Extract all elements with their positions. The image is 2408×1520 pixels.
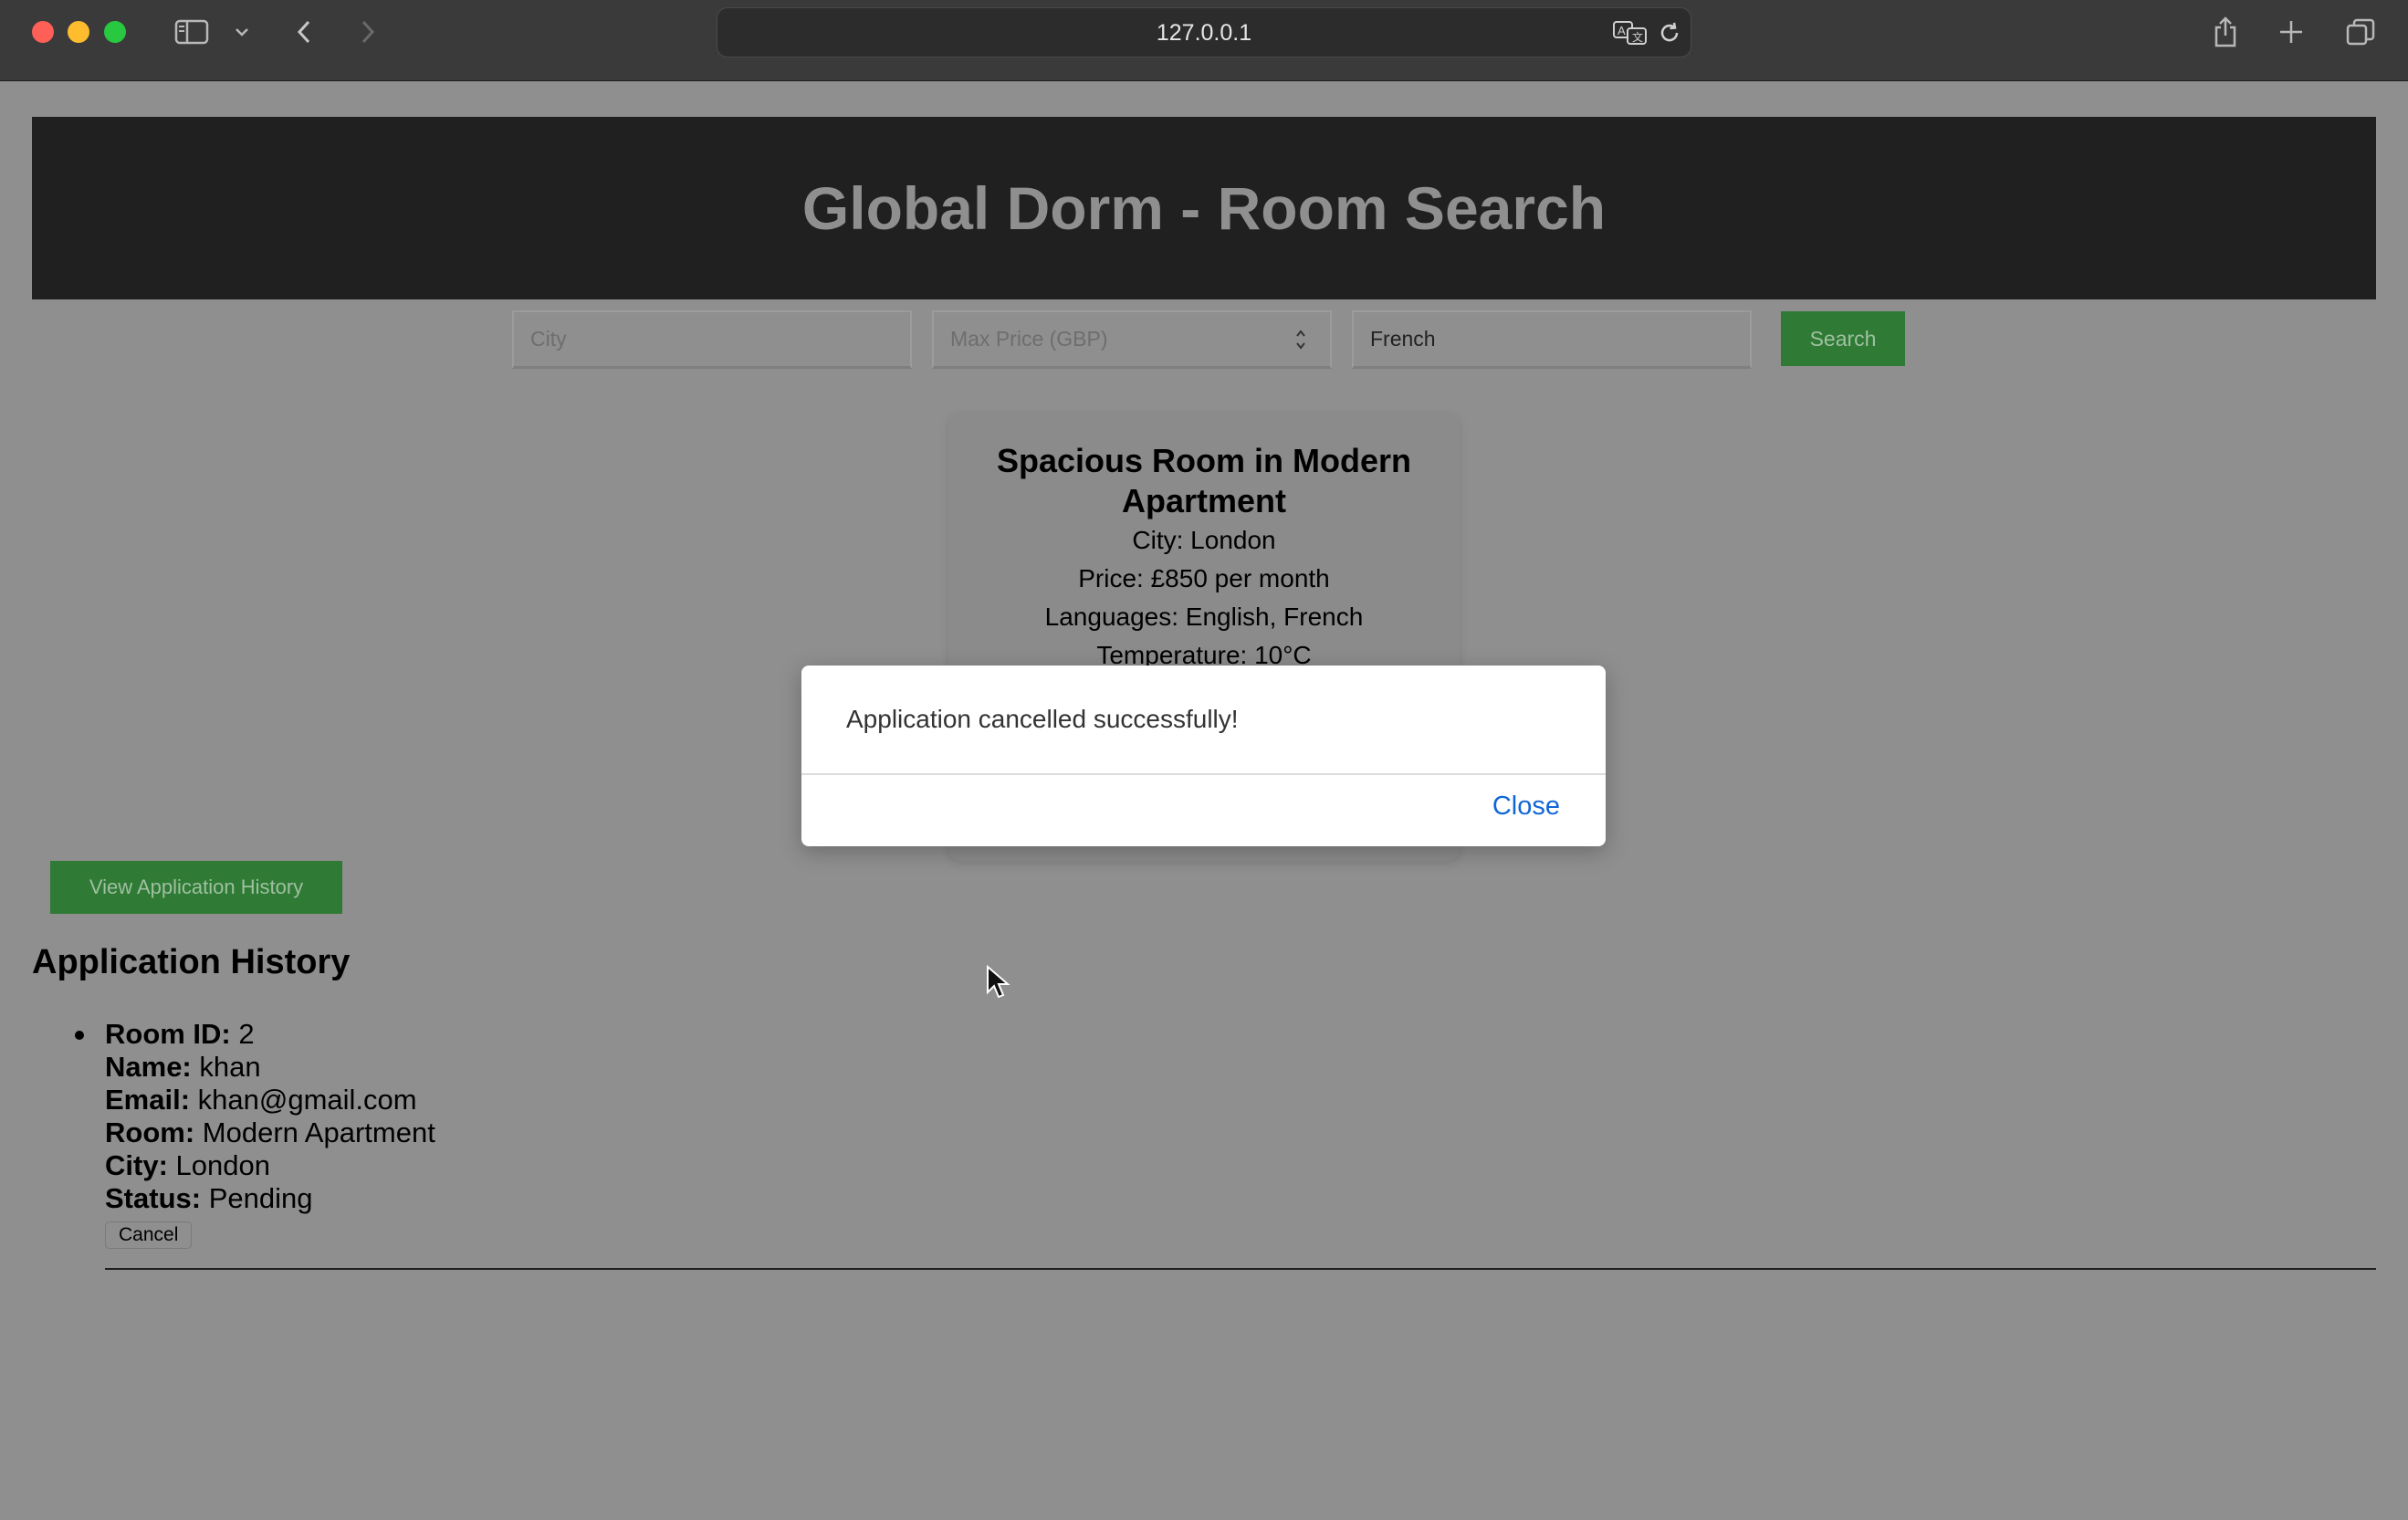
- email-value: khan@gmail.com: [197, 1084, 417, 1116]
- room-label: Room:: [105, 1116, 195, 1148]
- new-tab-icon[interactable]: [2275, 13, 2308, 51]
- close-window-button[interactable]: [32, 21, 54, 43]
- search-button[interactable]: Search: [1781, 311, 1905, 366]
- page-title: Global Dorm - Room Search: [801, 174, 1607, 242]
- name-label: Name:: [105, 1051, 192, 1083]
- alert-message: Application cancelled successfully!: [846, 705, 1239, 733]
- room-price: Price: £850 per month: [1078, 564, 1330, 592]
- dialog-divider: [801, 773, 1606, 775]
- svg-text:A: A: [1618, 24, 1626, 37]
- divider: [105, 1268, 2376, 1270]
- max-price-input[interactable]: [932, 310, 1332, 369]
- city-input[interactable]: [512, 310, 912, 369]
- back-icon[interactable]: [290, 13, 318, 51]
- room-city: City: London: [1132, 526, 1276, 554]
- url-text: 127.0.0.1: [1156, 20, 1252, 46]
- room-languages: Languages: English, French: [1044, 603, 1364, 631]
- cancel-application-button[interactable]: Cancel: [105, 1221, 193, 1249]
- mouse-cursor-icon: [986, 964, 1011, 1006]
- language-input[interactable]: [1352, 310, 1752, 369]
- status-label: Status:: [105, 1182, 202, 1214]
- reload-icon[interactable]: [1656, 14, 1683, 52]
- close-dialog-button[interactable]: Close: [1492, 791, 1560, 822]
- name-value: khan: [199, 1051, 261, 1083]
- view-history-button[interactable]: View Application History: [50, 861, 342, 914]
- room-id-label: Room ID:: [105, 1018, 231, 1050]
- share-icon[interactable]: [2209, 13, 2242, 51]
- status-value: Pending: [208, 1182, 313, 1214]
- room-title: Spacious Room in Modern Apartment: [996, 442, 1412, 519]
- room-value: Modern Apartment: [202, 1116, 435, 1148]
- forward-icon[interactable]: [354, 13, 382, 51]
- list-item: Room ID: 2 Name: khan Email: khan@gmail.…: [73, 1018, 2378, 1249]
- browser-toolbar: 127.0.0.1 A文: [0, 0, 2408, 81]
- alert-dialog: Application cancelled successfully! Clos…: [801, 666, 1606, 846]
- email-label: Email:: [105, 1084, 191, 1116]
- history-list: Room ID: 2 Name: khan Email: khan@gmail.…: [73, 1018, 2378, 1249]
- minimize-window-button[interactable]: [68, 21, 89, 43]
- page-header: Global Dorm - Room Search: [32, 117, 2376, 299]
- tabs-overview-icon[interactable]: [2342, 13, 2379, 51]
- svg-text:文: 文: [1632, 30, 1643, 44]
- translate-icon[interactable]: A文: [1612, 14, 1649, 52]
- history-heading: Application History: [32, 943, 351, 981]
- bullet-icon: [75, 1031, 84, 1040]
- price-stepper-icon[interactable]: [1293, 325, 1309, 354]
- room-id-value: 2: [238, 1018, 255, 1050]
- address-bar[interactable]: 127.0.0.1 A文: [717, 7, 1691, 58]
- sidebar-icon[interactable]: [173, 13, 210, 51]
- city-value: London: [175, 1149, 270, 1181]
- chevron-down-icon[interactable]: [232, 13, 252, 51]
- city-label: City:: [105, 1149, 168, 1181]
- zoom-window-button[interactable]: [104, 21, 126, 43]
